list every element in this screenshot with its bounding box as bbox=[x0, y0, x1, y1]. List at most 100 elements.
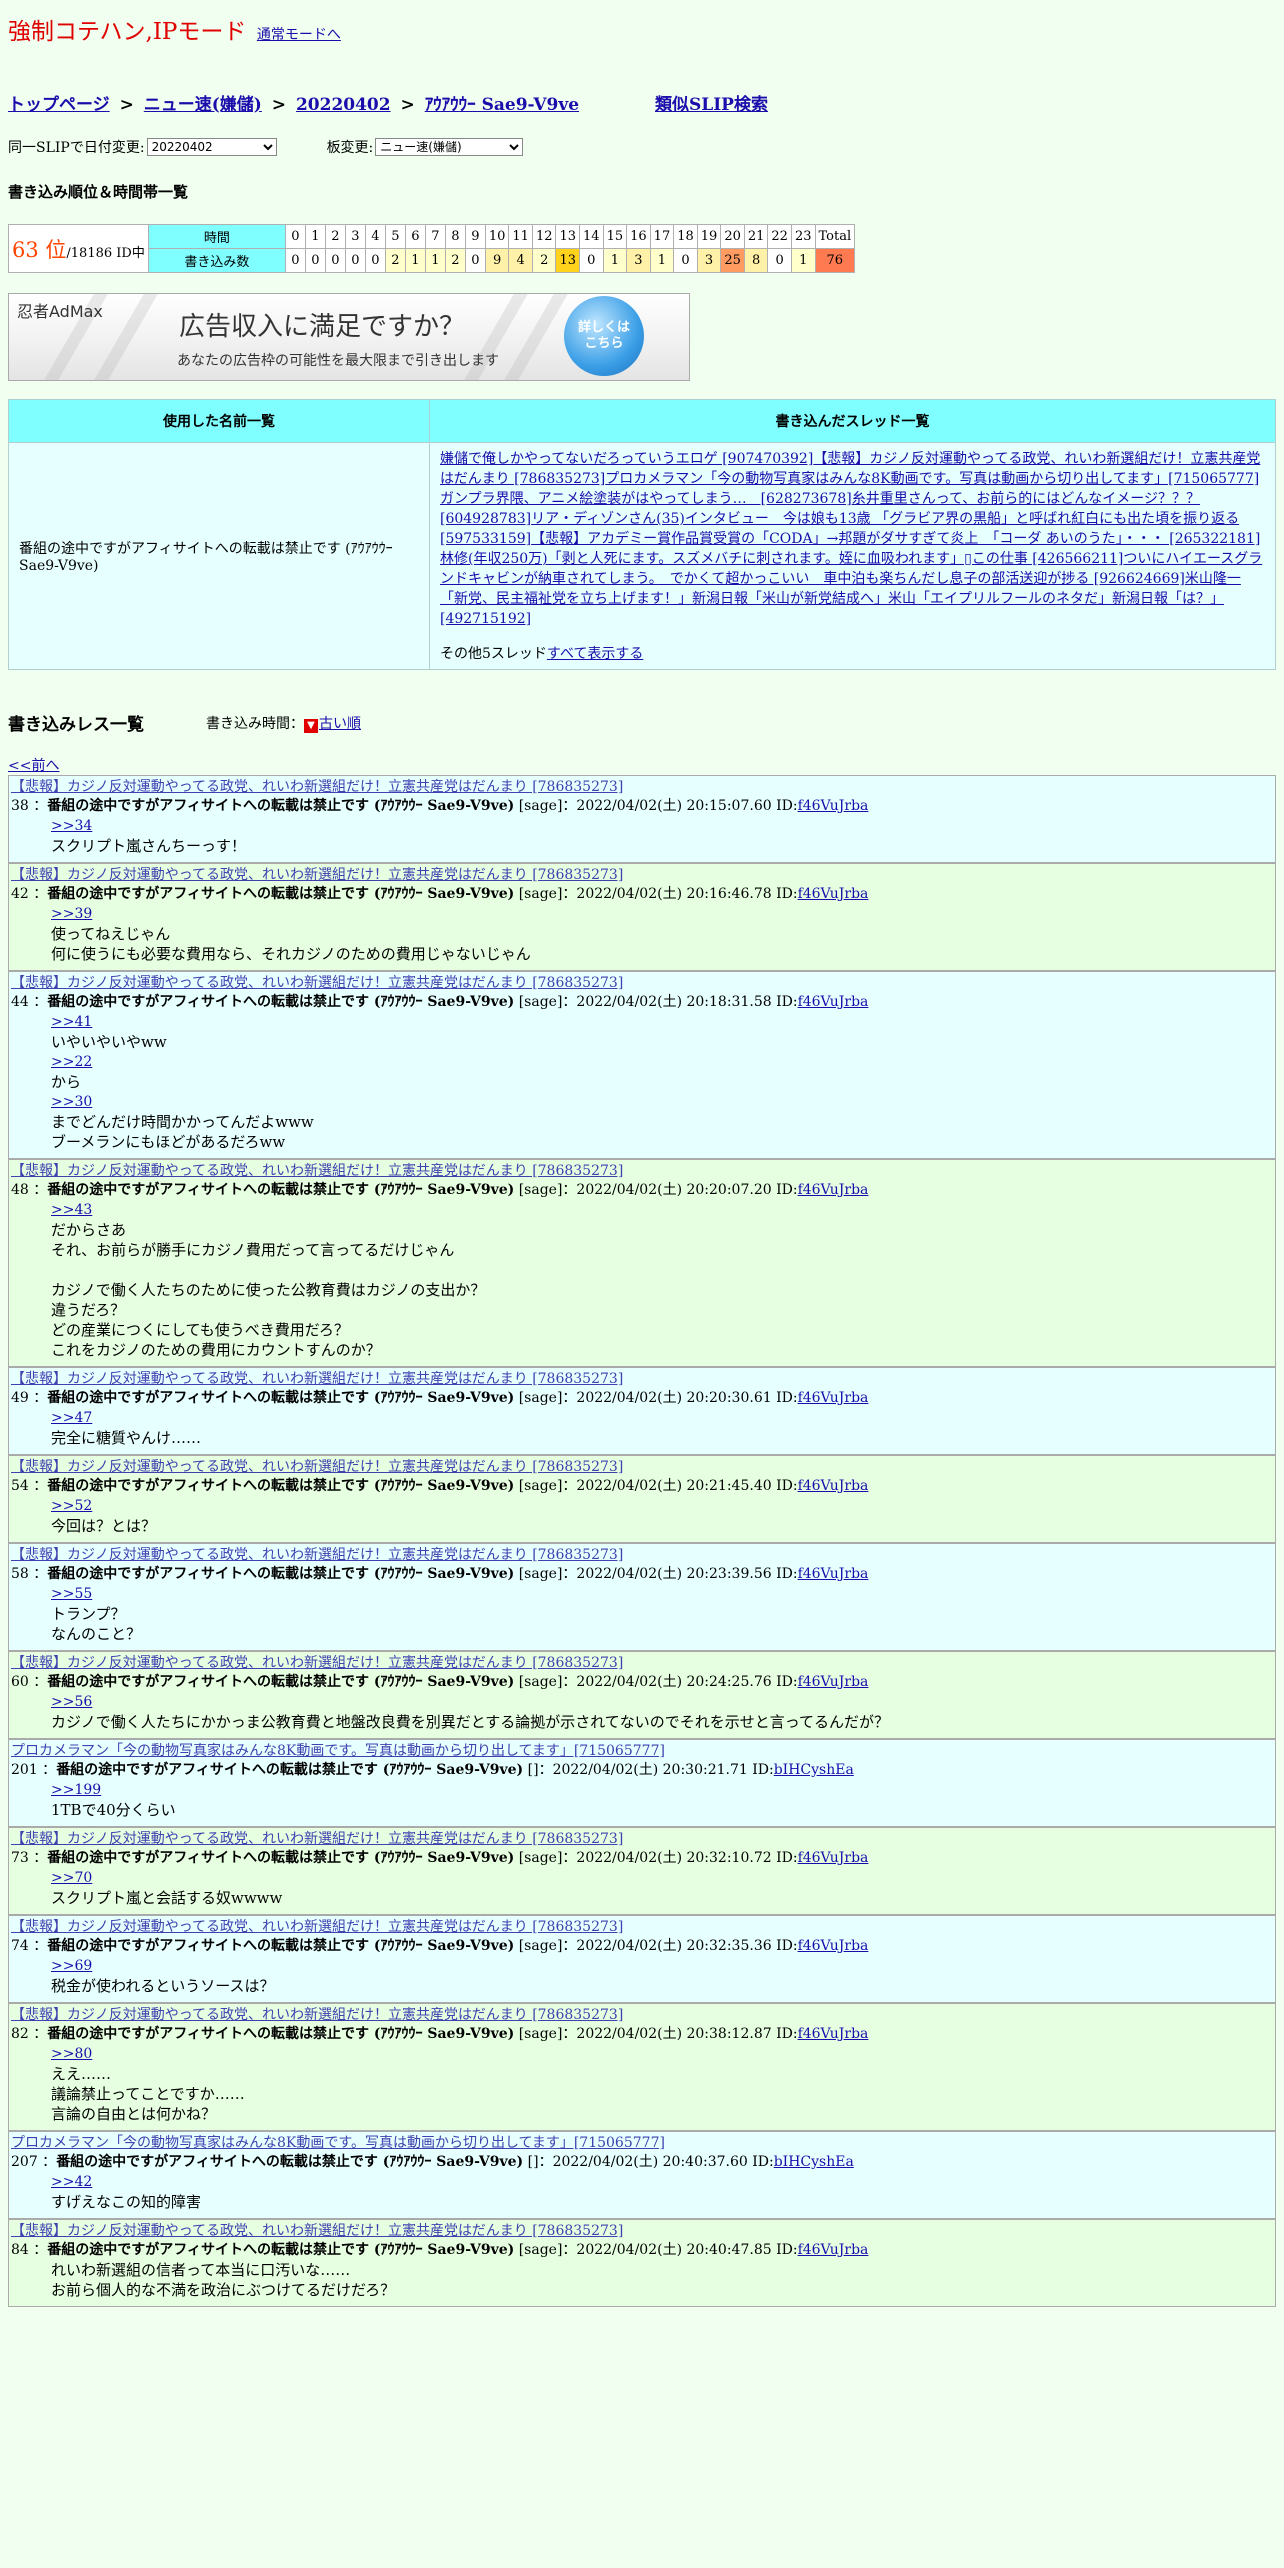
post-id-link[interactable]: bIHCyshEa bbox=[774, 2154, 854, 2170]
reply-anchor-link[interactable]: >>56 bbox=[51, 1692, 1273, 1712]
post-number: 60 bbox=[11, 1674, 29, 1690]
page: 強制コテハン,IPモード 通常モードへ トップページ > ニュー速(嫌儲) > … bbox=[0, 0, 1284, 2315]
post-text-line: 違うだろ？ bbox=[51, 1301, 126, 1319]
post-thread-link[interactable]: 【悲報】カジノ反対運動やってる政党、れいわ新選組だけ！立憲共産党はだんまり [7… bbox=[11, 866, 1273, 884]
rank-cell: 63 位/18186 ID中 bbox=[8, 224, 149, 273]
prev-page-link[interactable]: <<前へ bbox=[8, 755, 1276, 775]
normal-mode-link[interactable]: 通常モードへ bbox=[257, 27, 341, 43]
reply-anchor-link[interactable]: >>34 bbox=[51, 816, 1273, 836]
post-mail: [sage] bbox=[518, 1850, 563, 1866]
post-id-link[interactable]: f46VuJrba bbox=[798, 1182, 869, 1198]
sort-controls: 書き込み時間： ▼ 古い順 bbox=[206, 713, 361, 733]
breadcrumb-slip-link[interactable]: ｱｳｱｳｳｰ Sae9-V9ve bbox=[425, 95, 579, 115]
post-id-link[interactable]: f46VuJrba bbox=[798, 1390, 869, 1406]
similar-slip-search-link[interactable]: 類似SLIP検索 bbox=[655, 95, 768, 115]
post-thread-link[interactable]: プロカメラマン「今の動物写真家はみんな8K動画です。写真は動画から切り出してます… bbox=[11, 1742, 1273, 1760]
post-meta: 82 ：番組の途中ですがアフィサイトへの転載は禁止です (ｱｳｱｳｳｰ Sae9… bbox=[11, 2026, 869, 2042]
reply-anchor-link[interactable]: >>42 bbox=[51, 2172, 1273, 2192]
reply-anchor-link[interactable]: >>22 bbox=[51, 1052, 1273, 1072]
breadcrumb-date-link[interactable]: 20220402 bbox=[296, 95, 391, 115]
post-thread-link[interactable]: プロカメラマン「今の動物写真家はみんな8K動画です。写真は動画から切り出してます… bbox=[11, 2134, 1273, 2152]
ad-stripe bbox=[94, 294, 158, 380]
post-id-link[interactable]: f46VuJrba bbox=[798, 1674, 869, 1690]
reply-anchor-link[interactable]: >>43 bbox=[51, 1200, 1273, 1220]
post-meta: 42 ：番組の途中ですがアフィサイトへの転載は禁止です (ｱｳｱｳｳｰ Sae9… bbox=[11, 886, 869, 902]
hour-cell: 14 bbox=[579, 224, 604, 249]
post-id-link[interactable]: f46VuJrba bbox=[798, 798, 869, 814]
post-author-name: 番組の途中ですがアフィサイトへの転載は禁止です (ｱｳｱｳｳｰ Sae9-V9v… bbox=[47, 2242, 515, 2258]
post-id-link[interactable]: f46VuJrba bbox=[798, 1566, 869, 1582]
post-thread-link[interactable]: 【悲報】カジノ反対運動やってる政党、れいわ新選組だけ！立憲共産党はだんまり [7… bbox=[11, 974, 1273, 992]
post-number: 44 bbox=[11, 994, 29, 1010]
post-thread-link[interactable]: 【悲報】カジノ反対運動やってる政党、れいわ新選組だけ！立憲共産党はだんまり [7… bbox=[11, 1654, 1273, 1672]
hour-cell: 5 bbox=[384, 224, 406, 249]
post-thread-link[interactable]: 【悲報】カジノ反対運動やってる政党、れいわ新選組だけ！立憲共産党はだんまり [7… bbox=[11, 2006, 1273, 2024]
post-body: >>55 トランプ？ なんのこと？ bbox=[51, 1584, 1273, 1644]
hour-cell: 23 bbox=[790, 224, 816, 249]
count-cell: 1 bbox=[649, 248, 675, 273]
count-cell: 0 bbox=[464, 248, 486, 273]
post-author-name: 番組の途中ですがアフィサイトへの転載は禁止です (ｱｳｱｳｳｰ Sae9-V9v… bbox=[47, 1478, 515, 1494]
reply-anchor-link[interactable]: >>199 bbox=[51, 1780, 1273, 1800]
post-datetime: 2022/04/02(土) 20:20:30.61 ID: bbox=[576, 1390, 798, 1406]
date-change-label: 同一SLIPで日付変更: bbox=[8, 140, 145, 156]
reply-anchor-link[interactable]: >>47 bbox=[51, 1408, 1273, 1428]
post: 【悲報】カジノ反対運動やってる政党、れいわ新選組だけ！立憲共産党はだんまり [7… bbox=[8, 1543, 1276, 1651]
post-author-name: 番組の途中ですがアフィサイトへの転載は禁止です (ｱｳｱｳｳｰ Sae9-V9v… bbox=[47, 886, 515, 902]
ad-banner[interactable]: 忍者AdMax 広告収入に満足ですか？ あなたの広告枠の可能性を最大限まで引き出… bbox=[8, 293, 690, 381]
reply-anchor-link[interactable]: >>41 bbox=[51, 1012, 1273, 1032]
ad-cta-button[interactable]: 詳しくはこちら bbox=[564, 296, 644, 376]
thread-link[interactable]: 林修(年収250万)「剥と人死にます。スズメバチに刺されます。姪に血吸われます」… bbox=[440, 551, 1123, 567]
reply-anchor-link[interactable]: >>39 bbox=[51, 904, 1273, 924]
post: 【悲報】カジノ反対運動やってる政党、れいわ新選組だけ！立憲共産党はだんまり [7… bbox=[8, 775, 1276, 863]
reply-anchor-link[interactable]: >>80 bbox=[51, 2044, 1273, 2064]
post-id-link[interactable]: bIHCyshEa bbox=[774, 1762, 854, 1778]
post-datetime: 2022/04/02(土) 20:38:12.87 ID: bbox=[576, 2026, 798, 2042]
post-author-name: 番組の途中ですがアフィサイトへの転載は禁止です (ｱｳｱｳｳｰ Sae9-V9v… bbox=[47, 1938, 515, 1954]
hour-cell: 18 bbox=[673, 224, 698, 249]
post-text-line: 使ってねえじゃん bbox=[51, 925, 171, 943]
post-thread-link[interactable]: 【悲報】カジノ反対運動やってる政党、れいわ新選組だけ！立憲共産党はだんまり [7… bbox=[11, 1458, 1273, 1476]
thread-link[interactable]: ガンプラ界隈、アニメ絵塗装がはやってしまう… [628273678] bbox=[440, 491, 852, 507]
post-thread-link[interactable]: 【悲報】カジノ反対運動やってる政党、れいわ新選組だけ！立憲共産党はだんまり [7… bbox=[11, 1918, 1273, 1936]
post-id-link[interactable]: f46VuJrba bbox=[798, 1938, 869, 1954]
reply-anchor-link[interactable]: >>52 bbox=[51, 1496, 1273, 1516]
reply-anchor-link[interactable]: >>55 bbox=[51, 1584, 1273, 1604]
post-body: れいわ新選組の信者って本当に口汚いな…… お前ら個人的な不満を政治にぶつけてるだけ… bbox=[51, 2260, 1273, 2300]
hour-cell: 8 bbox=[444, 224, 466, 249]
thread-link[interactable]: プロカメラマン「今の動物写真家はみんな8K動画です。写真は動画から切り出してます… bbox=[605, 471, 1259, 487]
post-thread-link[interactable]: 【悲報】カジノ反対運動やってる政党、れいわ新選組だけ！立憲共産党はだんまり [7… bbox=[11, 2222, 1273, 2240]
post-thread-link[interactable]: 【悲報】カジノ反対運動やってる政党、れいわ新選組だけ！立憲共産党はだんまり [7… bbox=[11, 1546, 1273, 1564]
post-text-line: カジノで働く人たちにかかっま公教育費と地盤改良費を別異だとする論拠が示されてない… bbox=[51, 1713, 890, 1731]
post-thread-link[interactable]: 【悲報】カジノ反対運動やってる政党、れいわ新選組だけ！立憲共産党はだんまり [7… bbox=[11, 1370, 1273, 1388]
breadcrumb-board-link[interactable]: ニュー速(嫌儲) bbox=[144, 95, 262, 115]
post-id-link[interactable]: f46VuJrba bbox=[798, 994, 869, 1010]
post-thread-link[interactable]: 【悲報】カジノ反対運動やってる政党、れいわ新選組だけ！立憲共産党はだんまり [7… bbox=[11, 1162, 1273, 1180]
post-id-link[interactable]: f46VuJrba bbox=[798, 1850, 869, 1866]
reply-anchor-link[interactable]: >>30 bbox=[51, 1092, 1273, 1112]
date-select[interactable]: 20220402 bbox=[146, 138, 277, 156]
breadcrumb-top-link[interactable]: トップページ bbox=[8, 95, 110, 115]
post-thread-link[interactable]: 【悲報】カジノ反対運動やってる政党、れいわ新選組だけ！立憲共産党はだんまり [7… bbox=[11, 1830, 1273, 1848]
reply-anchor-link[interactable]: >>69 bbox=[51, 1956, 1273, 1976]
thread-link[interactable]: 嫌儲で俺しかやってないだろっていうエロゲ [907470392] bbox=[440, 451, 813, 467]
post-meta: 201 ：番組の途中ですがアフィサイトへの転載は禁止です (ｱｳｱｳｳｰ Sae… bbox=[11, 1762, 854, 1778]
hour-cell: 19 bbox=[696, 224, 722, 249]
thread-link[interactable]: 【悲報】アカデミー賞作品賞受賞の「CODA」→邦題がダサすぎて炎上 「コーダ あ… bbox=[531, 531, 1260, 547]
post-meta: 54 ：番組の途中ですがアフィサイトへの転載は禁止です (ｱｳｱｳｳｰ Sae9… bbox=[11, 1478, 869, 1494]
post-thread-link[interactable]: 【悲報】カジノ反対運動やってる政党、れいわ新選組だけ！立憲共産党はだんまり [7… bbox=[11, 778, 1273, 796]
post-id-link[interactable]: f46VuJrba bbox=[798, 2242, 869, 2258]
show-all-threads-link[interactable]: すべて表示する bbox=[547, 646, 643, 662]
sort-old-first-link[interactable]: 古い順 bbox=[319, 716, 361, 732]
post-datetime: 2022/04/02(土) 20:16:46.78 ID: bbox=[576, 886, 798, 902]
board-select[interactable]: ニュー速(嫌儲) bbox=[375, 138, 524, 156]
count-row-label: 書き込み数 bbox=[147, 248, 286, 273]
post-mail: [] bbox=[527, 1762, 539, 1778]
post-id-link[interactable]: f46VuJrba bbox=[798, 886, 869, 902]
reply-anchor-link[interactable]: >>70 bbox=[51, 1868, 1273, 1888]
post-id-link[interactable]: f46VuJrba bbox=[798, 1478, 869, 1494]
name-used: 番組の途中ですがアフィサイトへの転載は禁止です (ｱｳｱｳｳｰ Sae9-V9v… bbox=[19, 541, 393, 574]
post-mail: [sage] bbox=[518, 2242, 563, 2258]
count-cell: 1 bbox=[424, 248, 446, 273]
post-id-link[interactable]: f46VuJrba bbox=[798, 2026, 869, 2042]
